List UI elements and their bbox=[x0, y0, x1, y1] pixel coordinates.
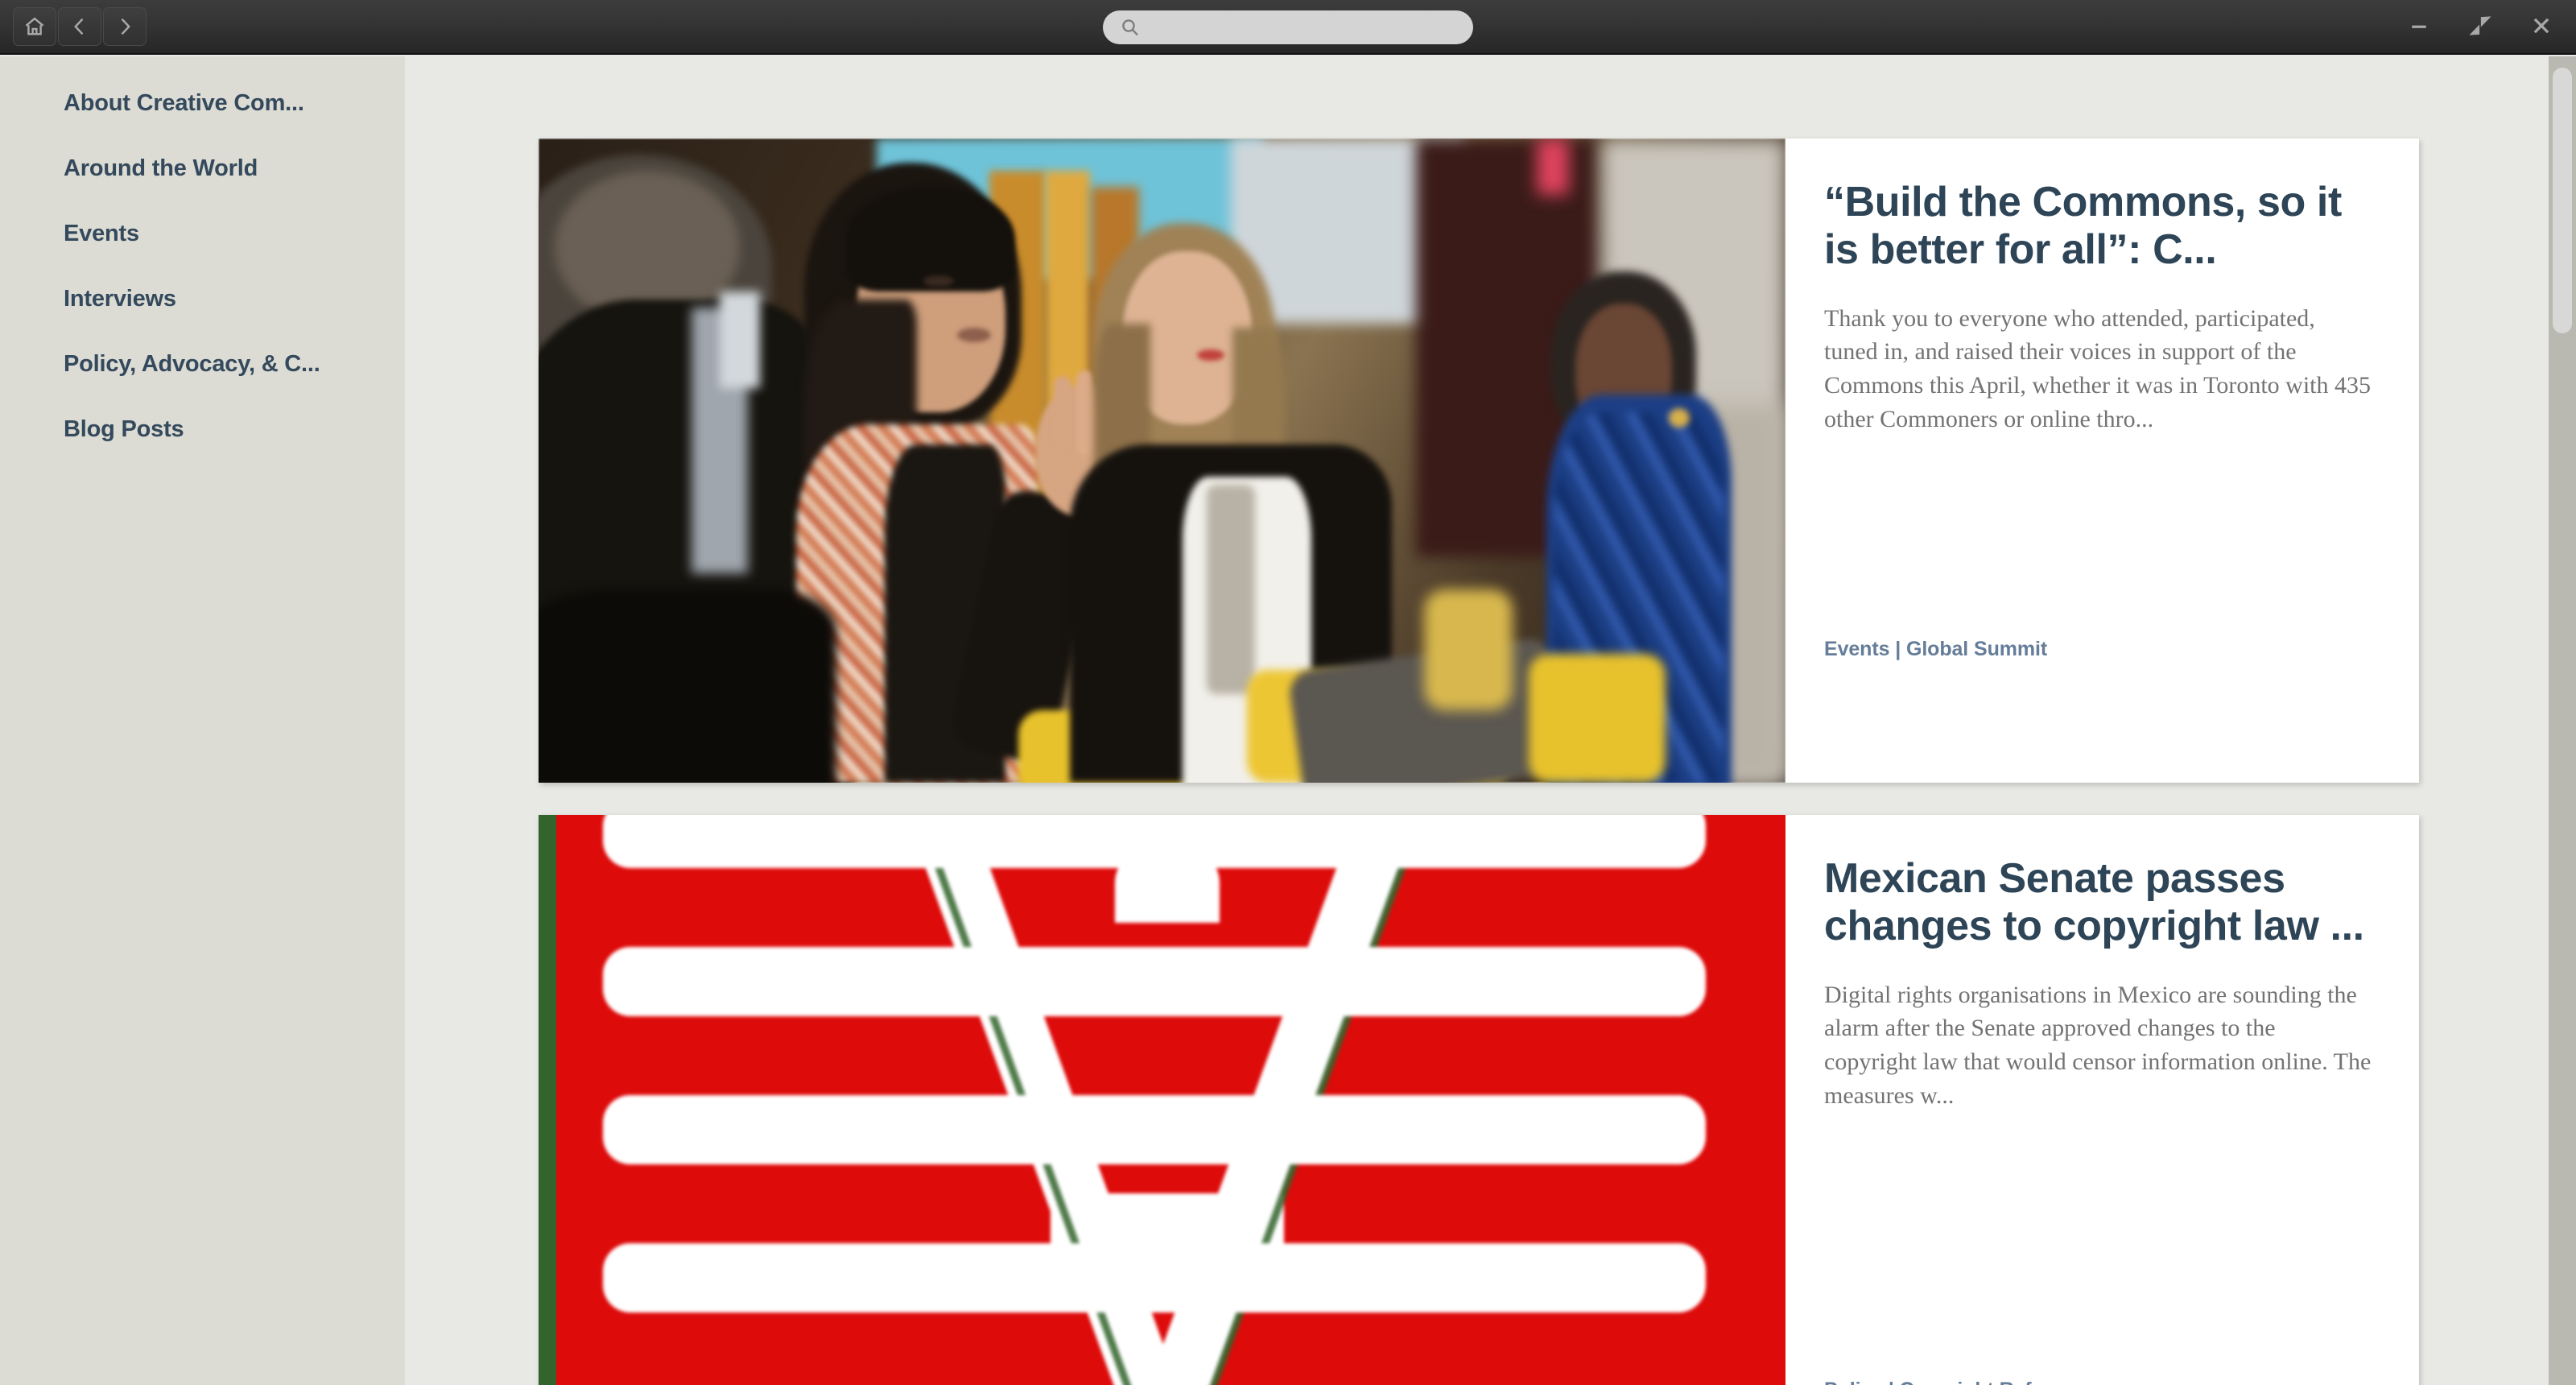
window-controls bbox=[2402, 0, 2558, 55]
letter-a-with-redaction-bars bbox=[539, 815, 1785, 1385]
navigation-buttons bbox=[13, 7, 147, 46]
article-list: “Build the Commons, so it is better for … bbox=[405, 56, 2549, 1385]
forward-button[interactable] bbox=[103, 7, 147, 46]
sidebar-item-events[interactable]: Events bbox=[0, 201, 405, 267]
article-text: Mexican Senate passes changes to copyrig… bbox=[1785, 815, 2419, 1385]
sidebar-item-interviews[interactable]: Interviews bbox=[0, 267, 405, 332]
article-title[interactable]: “Build the Commons, so it is better for … bbox=[1824, 179, 2372, 275]
restore-button[interactable] bbox=[2463, 10, 2497, 44]
home-icon bbox=[23, 15, 46, 38]
sidebar-item-label: Blog Posts bbox=[64, 416, 184, 442]
vertical-scrollbar-track[interactable] bbox=[2549, 56, 2576, 1385]
close-icon bbox=[2529, 14, 2553, 42]
sidebar-item-label: About Creative Com... bbox=[64, 90, 304, 116]
restore-icon bbox=[2468, 14, 2492, 42]
redaction-bar bbox=[603, 815, 1706, 868]
sidebar-item-label: Interviews bbox=[64, 286, 176, 312]
article-category[interactable]: Events | Global Summit bbox=[1824, 638, 2047, 661]
sidebar-item-policy-advocacy[interactable]: Policy, Advocacy, & C... bbox=[0, 332, 405, 397]
sidebar-item-blog-posts[interactable]: Blog Posts bbox=[0, 397, 405, 462]
vertical-scrollbar-thumb[interactable] bbox=[2553, 68, 2572, 333]
article-card[interactable]: Mexican Senate passes changes to copyrig… bbox=[539, 815, 2419, 1385]
article-title[interactable]: Mexican Senate passes changes to copyrig… bbox=[1824, 855, 2372, 951]
redaction-bar bbox=[603, 1243, 1706, 1313]
sidebar-navigation: About Creative Com... Around the World E… bbox=[0, 56, 405, 1385]
sidebar-item-around-the-world[interactable]: Around the World bbox=[0, 136, 405, 201]
redaction-bar bbox=[603, 947, 1706, 1016]
sidebar-item-label: Around the World bbox=[64, 155, 258, 181]
browser-toolbar bbox=[0, 0, 2576, 55]
article-excerpt: Thank you to everyone who attended, part… bbox=[1824, 304, 2371, 432]
panel-discussion-photo bbox=[539, 138, 1785, 783]
back-button[interactable] bbox=[58, 7, 101, 46]
article-category[interactable]: Policy | Copyright Reform bbox=[1824, 1379, 2070, 1385]
search-bar[interactable] bbox=[1103, 10, 1473, 44]
article-thumbnail bbox=[539, 815, 1785, 1385]
sidebar-item-label: Policy, Advocacy, & C... bbox=[64, 351, 320, 377]
sidebar-item-label: Events bbox=[64, 221, 139, 246]
chevron-left-icon bbox=[68, 15, 91, 38]
redaction-bar bbox=[603, 1095, 1706, 1164]
chevron-right-icon bbox=[114, 15, 136, 38]
article-thumbnail bbox=[539, 138, 1785, 783]
article-text: “Build the Commons, so it is better for … bbox=[1785, 138, 2419, 783]
minimize-button[interactable] bbox=[2402, 10, 2436, 44]
close-button[interactable] bbox=[2524, 10, 2558, 44]
search-input[interactable] bbox=[1103, 10, 1473, 44]
minimize-icon bbox=[2407, 14, 2431, 42]
sidebar-item-about-creative-commons[interactable]: About Creative Com... bbox=[0, 71, 405, 136]
article-card[interactable]: “Build the Commons, so it is better for … bbox=[539, 138, 2419, 783]
home-button[interactable] bbox=[13, 7, 56, 46]
article-excerpt: Digital rights organisations in Mexico a… bbox=[1824, 981, 2372, 1109]
